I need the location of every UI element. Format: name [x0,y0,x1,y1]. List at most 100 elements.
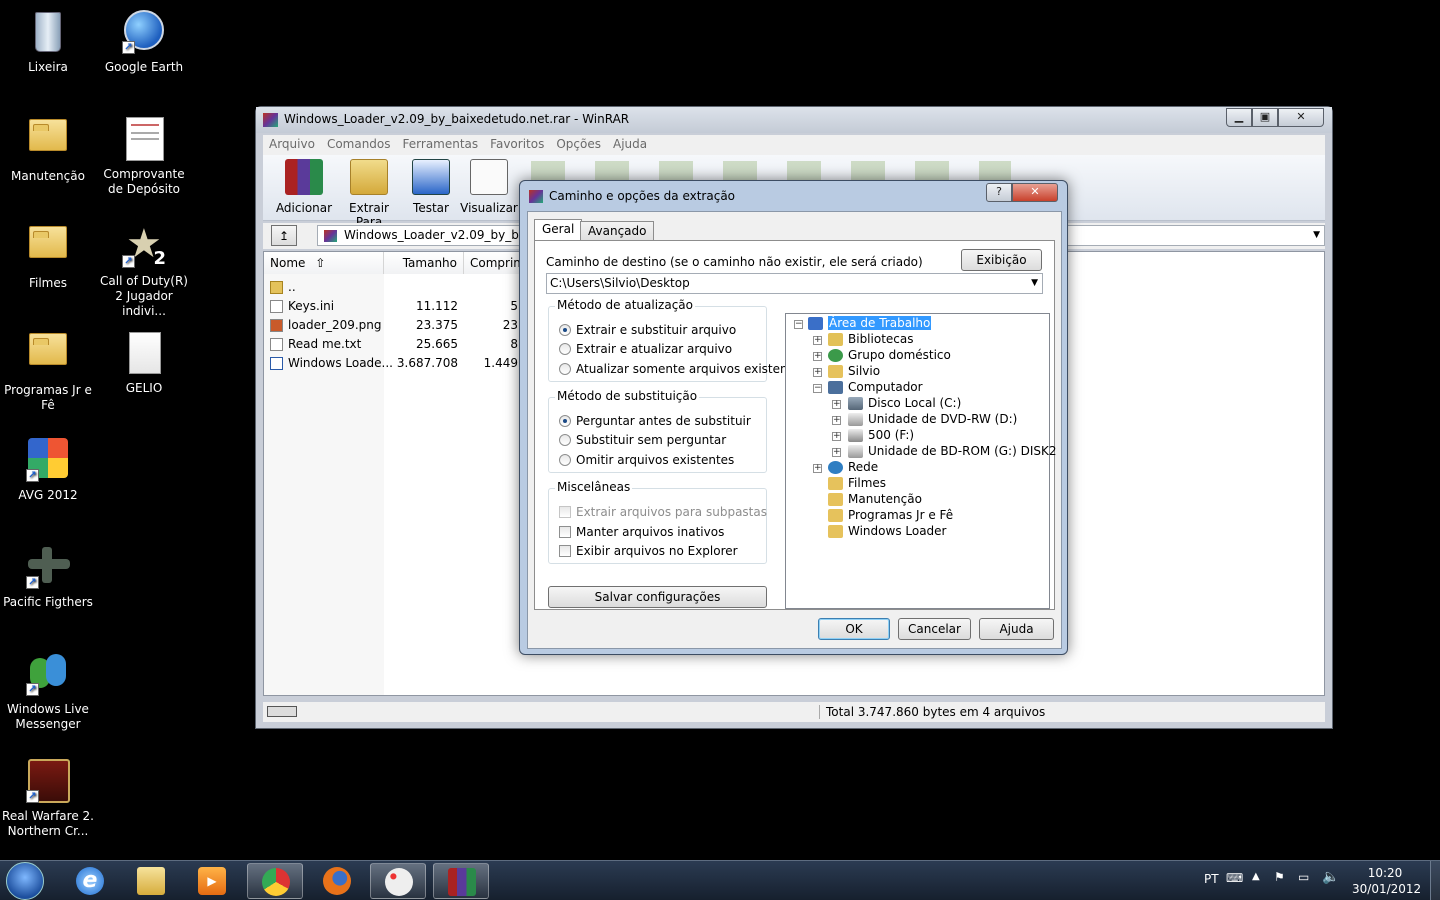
tree-node-network[interactable]: Rede [828,460,878,475]
volume-icon[interactable]: 🔈 [1322,869,1339,885]
view-button[interactable]: Visualizar [457,159,521,215]
folder-tree[interactable]: − Área de Trabalho + Bibliotecas + Grupo… [785,313,1057,609]
cancel-button[interactable]: Cancelar [898,618,971,640]
keyboard-icon[interactable]: ⌨ [1226,871,1243,885]
tree-node-desktop[interactable]: Área de Trabalho [808,316,932,331]
overwrite-method-group: Método de substituição Perguntar antes d… [548,389,767,473]
menu-arquivo[interactable]: Arquivo [263,135,321,153]
desktop-icon-call-of-duty[interactable]: ★ 2 ↗ Call of Duty(R) 2 Jugador indivi... [96,218,192,319]
tree-node-homegroup[interactable]: Grupo doméstico [828,348,951,363]
column-header-packed[interactable]: Comprim [464,252,525,274]
tree-node-folder[interactable]: Programas Jr e Fê [828,508,953,523]
save-settings-button[interactable]: Salvar configurações [548,586,767,608]
taskbar-internet-explorer[interactable]: e [62,863,118,899]
taskbar-winrar[interactable] [433,863,489,899]
tree-node-folder[interactable]: Filmes [828,476,886,491]
desktop-icon-filmes[interactable]: Filmes [0,218,96,291]
tab-avancado[interactable]: Avançado [580,221,655,241]
menu-opcoes[interactable]: Opções [550,135,607,153]
tree-node-libraries[interactable]: Bibliotecas [828,332,913,347]
radio-extract-update[interactable]: Extrair e atualizar arquivo [559,342,732,356]
drive-key-icon [267,706,297,717]
desktop-icon-comprovante[interactable]: Comprovante de Depósito [96,111,192,197]
desktop-icon-windows-live-messenger[interactable]: ↗ Windows Live Messenger [0,646,96,732]
messenger-icon: ↗ [26,652,70,696]
taskbar-firefox[interactable] [309,863,365,899]
desktop-icon-avg[interactable]: ↗ AVG 2012 [0,432,96,503]
tree-node-folder[interactable]: Manutenção [828,492,922,507]
taskbar-media-player[interactable]: ▶ [184,863,240,899]
winrar-titlebar[interactable]: Windows_Loader_v2.09_by_baixedetudo.net.… [256,107,1332,133]
radio-skip-existing[interactable]: Omitir arquivos existentes [559,453,734,467]
tab-geral[interactable]: Geral [534,219,583,241]
destination-path-combo[interactable]: C:\Users\Silvio\Desktop ▼ [546,273,1043,294]
tree-node-computer[interactable]: Computador [828,380,923,395]
file-row[interactable]: loader_209.png 23.375 23 [264,316,524,335]
file-row[interactable]: Keys.ini 11.112 5 [264,297,524,316]
taskbar-paint[interactable] [370,863,426,899]
dialog-help-button[interactable]: ? [986,183,1012,202]
file-row-parent[interactable]: .. [264,278,524,297]
tree-node-drive-d[interactable]: Unidade de DVD-RW (D:) [848,412,1017,427]
maximize-button[interactable]: ▣ [1252,108,1278,127]
extract-to-button[interactable]: Extrair Para [337,159,401,229]
tree-node-user[interactable]: Silvio [828,364,880,379]
radio-overwrite-without[interactable]: Substituir sem perguntar [559,433,726,447]
taskbar-explorer[interactable] [123,863,179,899]
expand-icon[interactable]: + [813,368,822,377]
desktop-icon-pacific-fighters[interactable]: ↗ Pacific Figthers [0,539,96,610]
checkbox-show-in-explorer[interactable]: Exibir arquivos no Explorer [559,544,738,558]
update-method-group: Método de atualização Extrair e substitu… [548,298,806,382]
collapse-icon[interactable]: − [794,320,803,329]
menu-ferramentas[interactable]: Ferramentas [397,135,485,153]
radio-extract-replace[interactable]: Extrair e substituir arquivo [559,323,736,337]
dialog-close-button[interactable]: ✕ [1012,183,1058,202]
expand-icon[interactable]: + [813,464,822,473]
column-header-size[interactable]: Tamanho [384,252,464,274]
clock[interactable]: 10:20 30/01/2012 [1352,865,1421,897]
up-folder-button[interactable]: ↥ [271,225,297,246]
tree-node-drive-g[interactable]: Unidade de BD-ROM (G:) DISK2 [848,444,1057,459]
expand-icon[interactable]: + [832,416,841,425]
start-button[interactable] [6,862,44,900]
radio-ask-before[interactable]: Perguntar antes de substituir [559,414,751,428]
view-button[interactable]: Exibição [961,249,1042,271]
menu-favoritos[interactable]: Favoritos [484,135,550,153]
expand-icon[interactable]: + [813,336,822,345]
network-icon[interactable]: ▭ [1298,870,1309,884]
tree-node-folder[interactable]: Windows Loader [828,524,946,539]
close-button[interactable]: ✕ [1278,108,1324,127]
show-desktop-button[interactable] [1430,861,1440,900]
checkbox-keep-broken[interactable]: Manter arquivos inativos [559,525,724,539]
menu-comandos[interactable]: Comandos [321,135,397,153]
taskbar-chrome[interactable] [247,863,303,899]
desktop-icon-programas[interactable]: Programas Jr e Fê [0,325,96,413]
test-button[interactable]: Testar [399,159,463,215]
expand-icon[interactable]: + [832,448,841,457]
collapse-icon[interactable]: − [813,384,822,393]
radio-update-existing[interactable]: Atualizar somente arquivos existentes [559,362,806,376]
expand-icon[interactable]: + [813,352,822,361]
language-indicator[interactable]: PT [1204,872,1219,886]
desktop-icon-gelio[interactable]: GELIO [96,325,192,396]
show-hidden-icons[interactable]: ▲ [1252,871,1260,882]
file-row[interactable]: Windows Loade... 3.687.708 1.449 [264,354,524,373]
menu-ajuda[interactable]: Ajuda [607,135,653,153]
desktop-icon-recycle-bin[interactable]: Lixeira [0,4,96,75]
add-button[interactable]: Adicionar [272,159,336,215]
desktop-icon-manutencao[interactable]: Manutenção [0,111,96,184]
chevron-down-icon[interactable]: ▼ [1031,274,1038,293]
expand-icon[interactable]: + [832,400,841,409]
desktop-icon-google-earth[interactable]: ↗ Google Earth [96,4,192,75]
flag-icon[interactable]: ⚑ [1274,870,1285,884]
minimize-button[interactable]: ▁ [1226,108,1252,127]
ok-button[interactable]: OK [818,618,890,640]
file-row[interactable]: Read me.txt 25.665 8 [264,335,524,354]
expand-icon[interactable]: + [832,432,841,441]
help-button[interactable]: Ajuda [979,618,1054,640]
chevron-down-icon[interactable]: ▼ [1313,226,1320,245]
column-header-name[interactable]: Nome ⇧ [264,252,384,274]
desktop-icon-real-warfare[interactable]: ↗ Real Warfare 2. Northern Cr... [0,753,96,839]
tree-node-drive-f[interactable]: 500 (F:) [848,428,914,443]
tree-node-drive-c[interactable]: Disco Local (C:) [848,396,961,411]
